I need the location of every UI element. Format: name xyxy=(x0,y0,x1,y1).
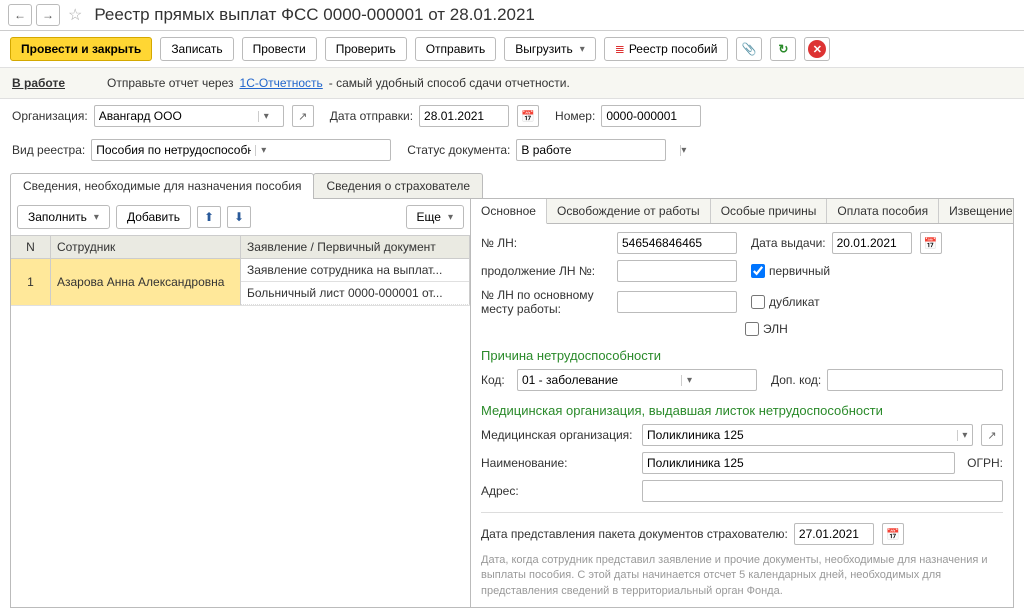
rtab-fss-notice[interactable]: Извещение из ФСС / От xyxy=(939,199,1013,223)
rtab-payment[interactable]: Оплата пособия xyxy=(827,199,939,223)
eln-checkbox[interactable]: ЭЛН xyxy=(745,322,788,336)
issue-input[interactable] xyxy=(833,233,996,253)
num-label: Номер: xyxy=(555,109,595,123)
refresh-icon: ↻ xyxy=(778,42,788,56)
check-button[interactable]: Проверить xyxy=(325,37,407,61)
type-dropdown[interactable]: ▾ xyxy=(255,145,271,156)
type-label: Вид реестра: xyxy=(12,143,85,157)
attach-button[interactable]: 📎 xyxy=(736,37,762,61)
table-row[interactable]: 1 Азарова Анна Александровна Заявление с… xyxy=(11,259,470,306)
num-input[interactable] xyxy=(602,106,765,126)
list-icon: ≣ xyxy=(615,42,625,56)
save-button[interactable]: Записать xyxy=(160,37,233,61)
rtab-release[interactable]: Освобождение от работы xyxy=(547,199,711,223)
more-button[interactable]: Еще xyxy=(406,205,464,229)
cell-n: 1 xyxy=(11,259,51,305)
code-label: Код: xyxy=(481,373,511,387)
addcode-input[interactable] xyxy=(828,370,1002,390)
post-button[interactable]: Провести xyxy=(242,37,317,61)
org-open-button[interactable]: ↗ xyxy=(292,105,314,127)
cell-emp: Азарова Анна Александровна xyxy=(51,259,241,305)
move-up-button[interactable]: ⬆ xyxy=(197,206,221,228)
rtab-main[interactable]: Основное xyxy=(471,199,547,224)
ogrn-label: ОГРН: xyxy=(967,456,1003,470)
pkgdate-label: Дата представления пакета документов стр… xyxy=(481,527,788,541)
org-label: Организация: xyxy=(12,109,88,123)
rtab-special[interactable]: Особые причины xyxy=(711,199,828,223)
type-input[interactable] xyxy=(92,140,255,160)
medorg-title: Медицинская организация, выдавшая листок… xyxy=(481,403,1003,418)
cancel-button[interactable]: ✕ xyxy=(804,37,830,61)
back-button[interactable]: ← xyxy=(8,4,32,26)
medorg-input[interactable] xyxy=(643,425,957,445)
1c-report-link[interactable]: 1С-Отчетность xyxy=(240,76,323,90)
issue-date-picker[interactable]: 📅 xyxy=(920,232,942,254)
addr-label: Адрес: xyxy=(481,484,636,498)
pkgdate-hint: Дата, когда сотрудник представил заявлен… xyxy=(481,553,1003,599)
page-title: Реестр прямых выплат ФСС 0000-000001 от … xyxy=(94,5,535,25)
medorg-open-button[interactable]: ↗ xyxy=(981,424,1003,446)
org-dropdown[interactable]: ▾ xyxy=(258,111,274,122)
code-dropdown[interactable]: ▾ xyxy=(681,375,697,386)
docstatus-dropdown[interactable]: ▾ xyxy=(680,145,686,156)
tab-assignment-info[interactable]: Сведения, необходимые для назначения пос… xyxy=(10,173,314,198)
reason-title: Причина нетрудоспособности xyxy=(481,348,1003,363)
docstatus-input[interactable] xyxy=(517,140,680,160)
dup-checkbox[interactable]: дубликат xyxy=(751,295,820,309)
primary-checkbox[interactable]: первичный xyxy=(751,264,830,278)
medorg-dropdown[interactable]: ▾ xyxy=(957,430,972,441)
pkgdate-input[interactable] xyxy=(795,524,958,544)
org-input[interactable] xyxy=(95,106,258,126)
status-hint-prefix: Отправьте отчет через xyxy=(107,76,234,90)
docstatus-label: Статус документа: xyxy=(407,143,510,157)
addr-input[interactable] xyxy=(643,481,1002,501)
issue-label: Дата выдачи: xyxy=(751,236,826,250)
status-hint-suffix: - самый удобный способ сдачи отчетности. xyxy=(329,76,570,90)
add-button[interactable]: Добавить xyxy=(116,205,191,229)
forward-button[interactable]: → xyxy=(36,4,60,26)
date-picker-button[interactable]: 📅 xyxy=(517,105,539,127)
status-link[interactable]: В работе xyxy=(12,76,65,90)
cell-doc2: Больничный лист 0000-000001 от... xyxy=(241,281,469,304)
fill-button[interactable]: Заполнить xyxy=(17,205,110,229)
export-button[interactable]: Выгрузить xyxy=(504,37,596,61)
registry-button[interactable]: ≣ Реестр пособий xyxy=(604,37,729,61)
close-circle-icon: ✕ xyxy=(808,40,826,58)
cont-label: продолжение ЛН №: xyxy=(481,264,611,278)
date-label: Дата отправки: xyxy=(330,109,413,123)
name-label: Наименование: xyxy=(481,456,636,470)
col-n-header: N xyxy=(11,236,51,258)
name-input[interactable] xyxy=(643,453,954,473)
pkgdate-picker[interactable]: 📅 xyxy=(882,523,904,545)
refresh-button[interactable]: ↻ xyxy=(770,37,796,61)
post-and-close-button[interactable]: Провести и закрыть xyxy=(10,37,152,61)
tab-insurer-info[interactable]: Сведения о страхователе xyxy=(313,173,483,198)
mainplace-label: № ЛН по основному месту работы: xyxy=(481,288,611,316)
paperclip-icon: 📎 xyxy=(742,42,757,56)
medorg-label: Медицинская организация: xyxy=(481,428,636,442)
favorite-icon[interactable]: ☆ xyxy=(68,5,82,25)
cell-doc1: Заявление сотрудника на выплат... xyxy=(241,259,469,281)
move-down-button[interactable]: ⬇ xyxy=(227,206,251,228)
col-doc-header: Заявление / Первичный документ xyxy=(241,236,470,258)
addcode-label: Доп. код: xyxy=(771,373,821,387)
ln-label: № ЛН: xyxy=(481,236,611,250)
code-input[interactable] xyxy=(518,370,681,390)
send-button[interactable]: Отправить xyxy=(415,37,497,61)
col-emp-header: Сотрудник xyxy=(51,236,241,258)
